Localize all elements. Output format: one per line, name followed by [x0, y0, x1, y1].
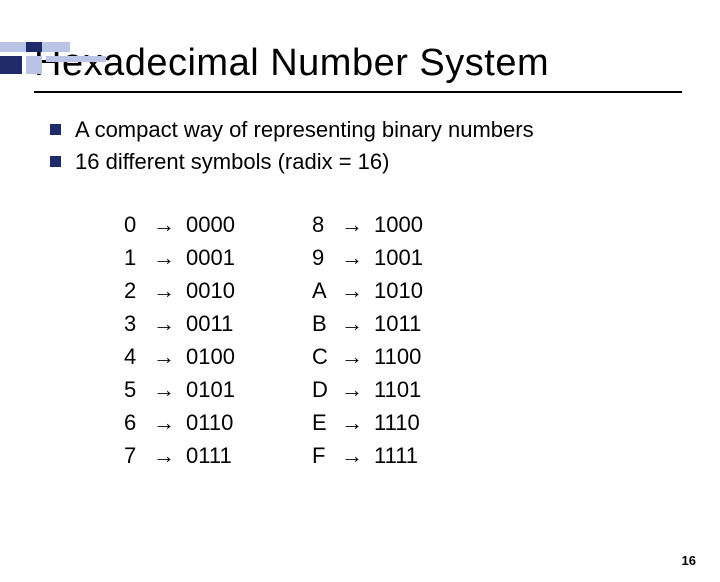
mapping-row: A → 1010	[312, 274, 430, 307]
mapping-column-left: 0 → 0000 1 → 0001 2 → 0010 3 → 0011 4 → 0100 5 → 0101 6 → 01…	[124, 208, 242, 472]
binary-value: 1011	[374, 307, 430, 340]
title-rule	[34, 91, 682, 93]
mapping-row: 9 → 1001	[312, 241, 430, 274]
binary-value: 0010	[186, 274, 242, 307]
binary-value: 1000	[374, 208, 430, 241]
binary-value: 0110	[186, 406, 242, 439]
arrow-icon: →	[152, 241, 176, 274]
binary-value: 0100	[186, 340, 242, 373]
binary-value: 1110	[374, 406, 430, 439]
hex-binary-table: 0 → 0000 1 → 0001 2 → 0010 3 → 0011 4 → 0100 5 → 0101 6 → 01…	[124, 208, 720, 472]
mapping-row: 4 → 0100	[124, 340, 242, 373]
hex-value: D	[312, 373, 330, 406]
arrow-icon: →	[340, 340, 364, 373]
arrow-icon: →	[152, 307, 176, 340]
arrow-icon: →	[152, 274, 176, 307]
hex-value: F	[312, 439, 330, 472]
arrow-icon: →	[340, 406, 364, 439]
binary-value: 0101	[186, 373, 242, 406]
hex-value: 5	[124, 373, 142, 406]
arrow-icon: →	[152, 340, 176, 373]
arrow-icon: →	[340, 439, 364, 472]
hex-value: 8	[312, 208, 330, 241]
binary-value: 1101	[374, 373, 430, 406]
mapping-row: 6 → 0110	[124, 406, 242, 439]
arrow-icon: →	[152, 406, 176, 439]
hex-value: 2	[124, 274, 142, 307]
binary-value: 0111	[186, 439, 242, 472]
hex-value: 6	[124, 406, 142, 439]
page-title: Hexadecimal Number System	[34, 42, 720, 85]
square-bullet-icon	[50, 156, 61, 167]
mapping-row: C → 1100	[312, 340, 430, 373]
bullet-item: 16 different symbols (radix = 16)	[50, 147, 720, 177]
mapping-row: 2 → 0010	[124, 274, 242, 307]
bullet-item: A compact way of representing binary num…	[50, 115, 720, 145]
arrow-icon: →	[152, 439, 176, 472]
mapping-row: F → 1111	[312, 439, 430, 472]
mapping-row: 7 → 0111	[124, 439, 242, 472]
binary-value: 0000	[186, 208, 242, 241]
binary-value: 1100	[374, 340, 430, 373]
hex-value: 3	[124, 307, 142, 340]
hex-value: E	[312, 406, 330, 439]
binary-value: 1010	[374, 274, 430, 307]
hex-value: 0	[124, 208, 142, 241]
hex-value: 1	[124, 241, 142, 274]
mapping-column-right: 8 → 1000 9 → 1001 A → 1010 B → 1011 C → 1100 D → 1101 E → 11…	[312, 208, 430, 472]
hex-value: 7	[124, 439, 142, 472]
mapping-row: 0 → 0000	[124, 208, 242, 241]
mapping-row: E → 1110	[312, 406, 430, 439]
binary-value: 1111	[374, 439, 430, 472]
page-number: 16	[682, 553, 696, 568]
hex-value: 4	[124, 340, 142, 373]
mapping-row: B → 1011	[312, 307, 430, 340]
binary-value: 0001	[186, 241, 242, 274]
arrow-icon: →	[340, 274, 364, 307]
binary-value: 1001	[374, 241, 430, 274]
arrow-icon: →	[152, 373, 176, 406]
mapping-row: D → 1101	[312, 373, 430, 406]
bullet-text: 16 different symbols (radix = 16)	[75, 147, 389, 177]
bullet-list: A compact way of representing binary num…	[50, 115, 720, 176]
arrow-icon: →	[340, 307, 364, 340]
binary-value: 0011	[186, 307, 242, 340]
hex-value: 9	[312, 241, 330, 274]
arrow-icon: →	[340, 241, 364, 274]
arrow-icon: →	[152, 208, 176, 241]
corner-decoration	[0, 42, 110, 78]
hex-value: A	[312, 274, 330, 307]
arrow-icon: →	[340, 208, 364, 241]
mapping-row: 5 → 0101	[124, 373, 242, 406]
hex-value: B	[312, 307, 330, 340]
bullet-text: A compact way of representing binary num…	[75, 115, 534, 145]
hex-value: C	[312, 340, 330, 373]
mapping-row: 3 → 0011	[124, 307, 242, 340]
mapping-row: 1 → 0001	[124, 241, 242, 274]
arrow-icon: →	[340, 373, 364, 406]
mapping-row: 8 → 1000	[312, 208, 430, 241]
square-bullet-icon	[50, 124, 61, 135]
